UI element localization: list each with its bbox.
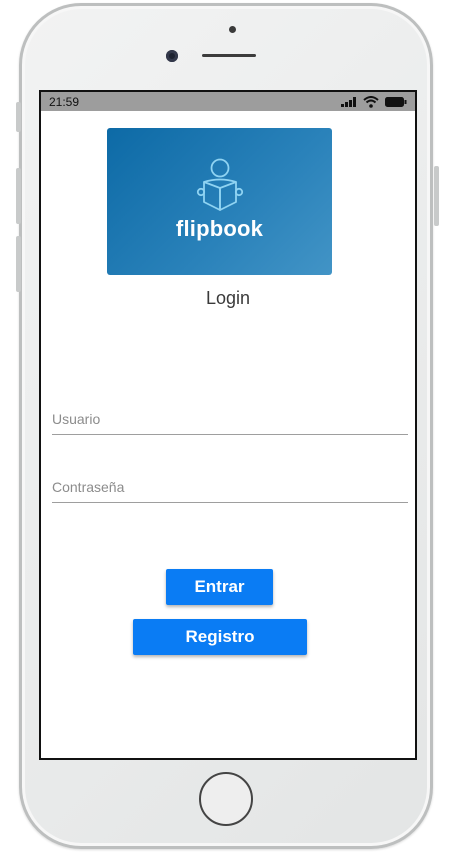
enter-button[interactable]: Entrar [166, 569, 273, 605]
status-time: 21:59 [49, 94, 80, 109]
brand-name: flipbook [175, 216, 264, 241]
password-field[interactable] [52, 471, 408, 503]
front-camera-icon [166, 50, 178, 62]
battery-icon [385, 96, 407, 107]
volume-down-button [16, 236, 21, 292]
register-button[interactable]: Registro [133, 619, 307, 655]
wifi-icon [363, 95, 379, 108]
home-button[interactable] [199, 772, 253, 826]
status-icons [341, 95, 407, 108]
reader-book-icon [196, 158, 244, 211]
page-title: Login [205, 288, 251, 308]
mute-switch [16, 102, 21, 132]
username-field[interactable] [52, 403, 408, 435]
earpiece-speaker [202, 54, 256, 57]
power-button [434, 166, 439, 226]
app-logo-banner: flipbook [107, 128, 332, 275]
proximity-sensor [229, 26, 236, 33]
signal-icon [341, 96, 356, 107]
volume-up-button [16, 168, 21, 224]
status-bar: 21:59 [41, 92, 415, 111]
app-screen: 21:59 flipbook Login Usuario Entrar Regi… [39, 90, 417, 760]
